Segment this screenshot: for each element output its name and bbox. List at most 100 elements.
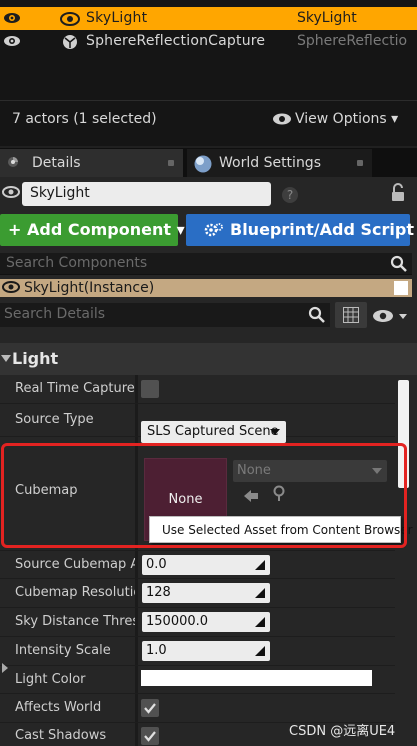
search-details-placeholder: Search Details	[4, 306, 106, 322]
checkmark-icon	[144, 731, 156, 742]
light-color-swatch[interactable]	[141, 670, 372, 686]
property-label: Cast Shadows	[15, 728, 107, 743]
close-icon[interactable]	[357, 160, 363, 166]
blueprint-add-script-button[interactable]: Blueprint/Add Script	[186, 214, 414, 246]
view-options-label: View Options	[295, 111, 387, 127]
use-selected-asset-tooltip: Use Selected Asset from Content Browser	[149, 516, 413, 543]
checkmark-icon	[144, 703, 156, 714]
drag-handle-icon[interactable]	[255, 617, 265, 627]
property-label: Source Type	[15, 412, 94, 427]
eye-icon	[273, 113, 291, 125]
arrow-left-icon[interactable]	[242, 489, 260, 503]
sphere-capture-icon	[63, 35, 77, 49]
outliner-row-sphere-reflection[interactable]: SphereReflectionCapture SphereReflectio	[0, 30, 417, 53]
blueprint-label: Blueprint/Add Script	[230, 220, 414, 239]
search-icon	[308, 306, 325, 323]
outliner-row-name: SphereReflectionCapture	[86, 33, 266, 49]
property-source-cubemap-angle: Source Cubemap Angle 0.0	[0, 551, 395, 579]
property-label: Affects World	[15, 700, 102, 715]
cubemap-thumb-text: None	[168, 492, 203, 507]
level-editor-panel: SkyLight SkyLight SphereReflectionCaptur…	[0, 0, 417, 746]
property-sky-distance-threshold: Sky Distance Threshold 150000.0	[0, 608, 395, 637]
instance-label: SkyLight(Instance)	[24, 280, 155, 296]
property-label: Sky Distance Threshold	[15, 614, 135, 629]
gear-icon	[204, 223, 223, 237]
browse-icon[interactable]	[272, 485, 288, 501]
component-instance-row[interactable]: SkyLight(Instance)	[0, 279, 412, 297]
add-component-button[interactable]: + Add Component ▾	[0, 214, 185, 246]
property-label: Cubemap	[15, 483, 78, 498]
panel-tab-bar: Details World Settings	[0, 148, 417, 177]
property-label: Intensity Scale	[15, 643, 111, 658]
property-label: Cubemap Resolution	[15, 585, 135, 600]
chevron-down-icon	[270, 429, 280, 435]
chevron-down-icon	[1, 355, 11, 362]
lock-icon[interactable]	[390, 183, 406, 203]
outliner-row-type: SphereReflectio	[297, 33, 408, 49]
search-components-placeholder: Search Components	[6, 255, 148, 271]
sky-distance-threshold-field[interactable]: 150000.0	[142, 612, 270, 632]
search-details-input[interactable]: Search Details	[0, 303, 330, 327]
outliner-row-partial	[60, 0, 120, 6]
chevron-down-icon	[372, 468, 382, 474]
grid-icon	[343, 307, 359, 323]
chevron-down-icon: ▾	[391, 111, 399, 127]
drag-handle-icon[interactable]	[255, 560, 265, 570]
property-real-time-capture: Real Time Capture	[0, 375, 395, 404]
close-icon[interactable]	[168, 160, 174, 166]
property-grid: Light Real Time Capture Source Type SLS …	[0, 343, 417, 746]
field-value: 0.0	[146, 557, 167, 572]
chevron-right-icon[interactable]	[2, 663, 8, 673]
cast-shadows-checkbox[interactable]	[141, 727, 159, 745]
property-label: Source Cubemap Angle	[15, 557, 135, 572]
add-component-label: Add Component	[26, 220, 171, 239]
cubemap-resolution-field[interactable]: 128	[142, 583, 270, 603]
eye-icon[interactable]	[372, 309, 410, 323]
scrollbar-thumb[interactable]	[398, 380, 409, 488]
outliner-row-skylight[interactable]: SkyLight SkyLight	[0, 7, 417, 30]
category-light[interactable]: Light	[0, 343, 417, 375]
watermark-text: CSDN @远离UE4	[289, 724, 396, 739]
view-options-button[interactable]: View Options ▾	[272, 111, 398, 127]
category-label: Light	[12, 349, 59, 368]
tab-details[interactable]: Details	[0, 149, 183, 177]
tab-world-settings[interactable]: World Settings	[187, 149, 372, 177]
outliner-footer: 7 actors (1 selected) View Options ▾	[0, 100, 417, 146]
property-affects-world: Affects World	[0, 694, 395, 723]
outliner-row-name: SkyLight	[86, 10, 148, 26]
world-outliner: SkyLight SkyLight SphereReflectionCaptur…	[0, 0, 417, 146]
property-intensity-scale: Intensity Scale 1.0	[0, 637, 395, 666]
drag-handle-icon[interactable]	[255, 588, 265, 598]
intensity-scale-field[interactable]: 1.0	[142, 641, 270, 661]
source-cubemap-angle-field[interactable]: 0.0	[142, 555, 270, 575]
dropdown-value: None	[237, 463, 271, 478]
cubemap-asset-dropdown[interactable]: None	[233, 460, 387, 482]
instance-indicator	[394, 281, 408, 295]
field-value: 150000.0	[146, 614, 209, 629]
plus-icon: +	[8, 220, 22, 239]
details-panel: SkyLight ? + Add Component ▾ Blueprint/A…	[0, 177, 417, 746]
eye-icon[interactable]	[3, 11, 21, 25]
details-icon	[8, 157, 18, 167]
skylight-icon	[60, 12, 80, 26]
drag-handle-icon[interactable]	[255, 646, 265, 656]
actor-name-field[interactable]: SkyLight	[22, 182, 271, 206]
search-components-input[interactable]: Search Components	[0, 253, 412, 275]
tab-label: Details	[32, 155, 81, 171]
svg-text:?: ?	[287, 188, 293, 202]
eye-icon[interactable]	[3, 34, 21, 48]
actor-count: 7 actors (1 selected)	[12, 111, 157, 127]
search-icon	[390, 255, 407, 272]
skylight-icon	[2, 186, 20, 198]
real-time-capture-checkbox[interactable]	[141, 380, 159, 398]
help-icon[interactable]: ?	[281, 186, 299, 204]
affects-world-checkbox[interactable]	[141, 699, 159, 717]
field-value: 1.0	[146, 643, 167, 658]
field-value: 128	[146, 585, 171, 600]
property-cubemap-resolution: Cubemap Resolution 128	[0, 579, 395, 608]
property-label: Real Time Capture	[15, 381, 135, 396]
tab-label: World Settings	[219, 155, 321, 171]
property-matrix-button[interactable]	[335, 302, 367, 328]
skylight-icon	[2, 281, 20, 293]
outliner-row-type: SkyLight	[297, 10, 357, 26]
